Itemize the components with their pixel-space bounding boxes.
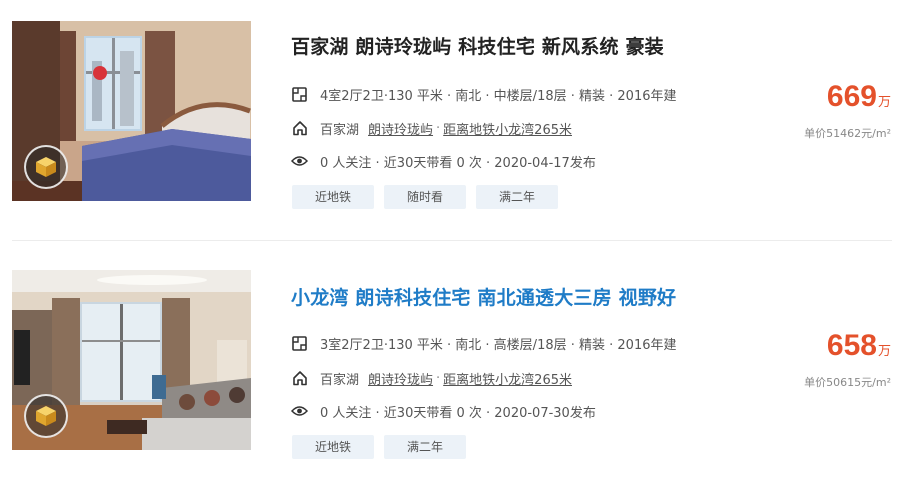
community-link[interactable]: 朗诗玲珑屿 — [368, 369, 433, 388]
follow-info-text: 0 人关注 · 近30天带看 0 次 · 2020-07-30发布 — [320, 405, 596, 421]
position-info-row: 百家湖 朗诗玲珑屿 · 距离地铁小龙湾265米 — [291, 368, 572, 388]
tag-list: 近地铁 满二年 — [292, 435, 467, 459]
vr-cube-icon[interactable] — [24, 394, 68, 438]
total-price: 658万 — [826, 329, 891, 362]
tag-viewing-anytime: 随时看 — [384, 185, 467, 209]
eye-icon — [291, 403, 308, 420]
tag-near-subway: 近地铁 — [292, 435, 375, 459]
area-name: 百家湖 — [320, 372, 360, 388]
position-info-row: 百家湖 朗诗玲珑屿 · 距离地铁小龙湾265米 — [291, 118, 572, 138]
unit-price: 单价51462元/m² — [804, 127, 891, 140]
follow-info-row: 0 人关注 · 近30天带看 0 次 · 2020-04-17发布 — [291, 151, 596, 171]
house-info-text: 4室2厅2卫·130 平米 · 南北 · 中楼层/18层 · 精装 · 2016… — [320, 88, 677, 104]
total-price: 669万 — [826, 80, 891, 113]
tag-over-two-years: 满二年 — [384, 435, 467, 459]
community-link[interactable]: 朗诗玲珑屿 — [368, 119, 433, 138]
home-icon — [291, 120, 308, 137]
price-block: 669万 单价51462元/m² — [804, 80, 891, 141]
subway-distance-link[interactable]: 距离地铁小龙湾265米 — [443, 369, 572, 388]
eye-icon — [291, 153, 308, 170]
price-block: 658万 单价50615元/m² — [804, 329, 891, 390]
vr-cube-icon[interactable] — [24, 145, 68, 189]
floorplan-icon — [291, 335, 308, 352]
area-name: 百家湖 — [320, 122, 360, 138]
house-info-text: 3室2厅2卫·130 平米 · 南北 · 高楼层/18层 · 精装 · 2016… — [320, 337, 677, 353]
tag-list: 近地铁 随时看 满二年 — [292, 185, 559, 209]
house-info-row: 4室2厅2卫·130 平米 · 南北 · 中楼层/18层 · 精装 · 2016… — [291, 84, 677, 104]
listing-card: 百家湖 朗诗玲珑屿 科技住宅 新风系统 豪装 4室2厅2卫·130 平米 · 南… — [0, 0, 913, 240]
house-info-row: 3室2厅2卫·130 平米 · 南北 · 高楼层/18层 · 精装 · 2016… — [291, 333, 677, 353]
listing-photo[interactable] — [12, 270, 251, 450]
subway-distance-link[interactable]: 距离地铁小龙湾265米 — [443, 119, 572, 138]
floorplan-icon — [291, 86, 308, 103]
listing-photo[interactable] — [12, 21, 251, 201]
listing-title[interactable]: 小龙湾 朗诗科技住宅 南北通透大三房 视野好 — [291, 283, 676, 310]
follow-info-text: 0 人关注 · 近30天带看 0 次 · 2020-04-17发布 — [320, 155, 596, 171]
tag-near-subway: 近地铁 — [292, 185, 375, 209]
unit-price: 单价50615元/m² — [804, 376, 891, 389]
home-icon — [291, 370, 308, 387]
listing-title[interactable]: 百家湖 朗诗玲珑屿 科技住宅 新风系统 豪装 — [291, 32, 664, 59]
listing-card: 小龙湾 朗诗科技住宅 南北通透大三房 视野好 3室2厅2卫·130 平米 · 南… — [0, 241, 913, 483]
tag-over-two-years: 满二年 — [476, 185, 559, 209]
follow-info-row: 0 人关注 · 近30天带看 0 次 · 2020-07-30发布 — [291, 401, 596, 421]
